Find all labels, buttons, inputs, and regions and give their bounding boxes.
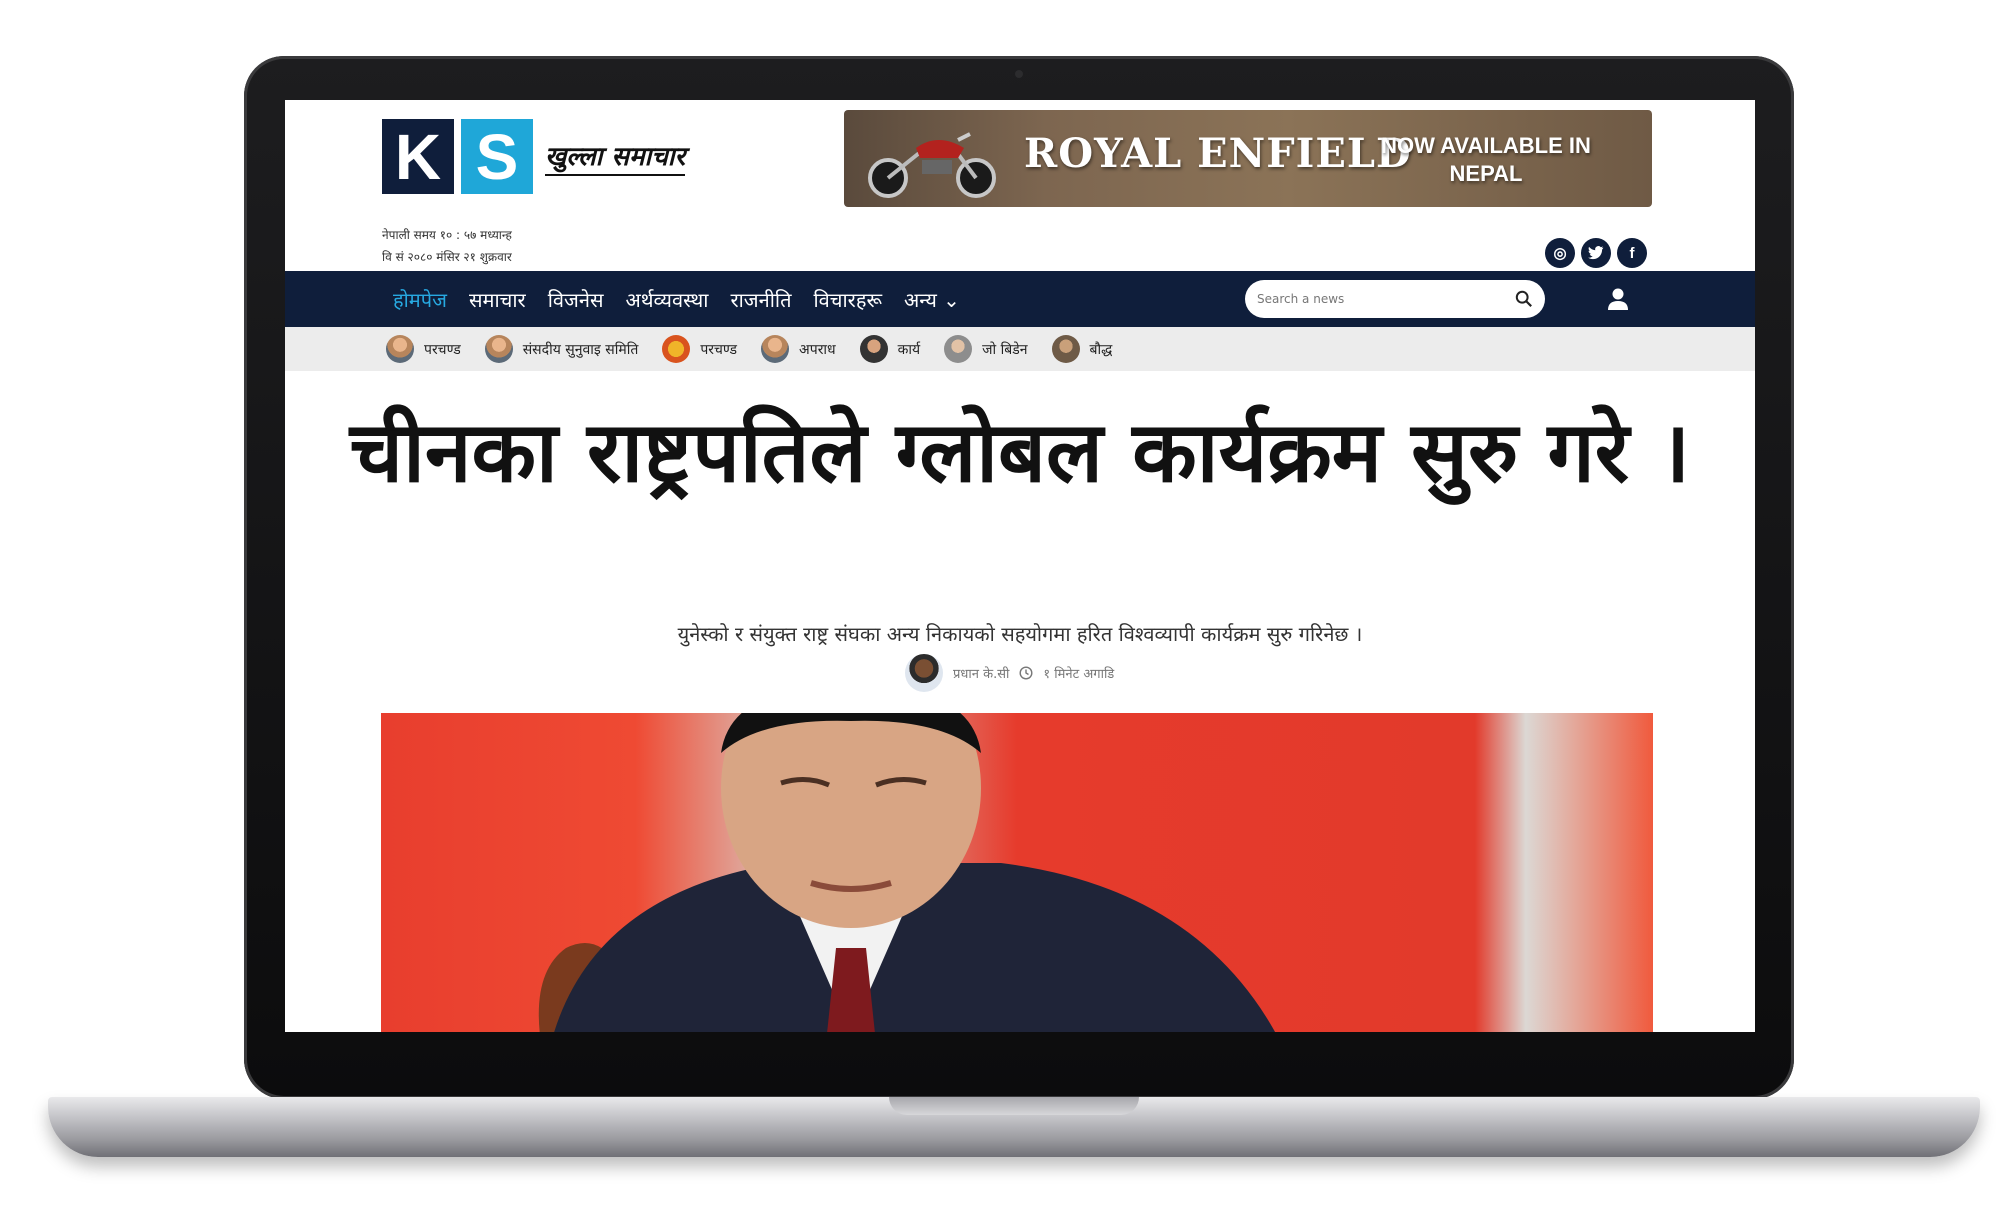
nav-item-home[interactable]: होमपेज: [393, 286, 447, 313]
tag-item[interactable]: जो बिडेन: [944, 335, 1028, 363]
hero-photo-illustration: [538, 713, 1275, 1032]
tag-avatar: [386, 335, 414, 363]
nepali-time: नेपाली समय १० : ५७ मध्यान्ह: [382, 228, 512, 242]
user-icon[interactable]: [1607, 287, 1629, 311]
nav-item-other[interactable]: अन्य ⌄: [904, 286, 960, 313]
tag-item[interactable]: परचण्ड: [662, 335, 737, 363]
tag-avatar: [662, 335, 691, 363]
camera-dot: [1015, 70, 1023, 78]
tag-label: अपराध: [799, 341, 836, 358]
tag-label: संसदीय सुनुवाइ समिति: [522, 341, 639, 358]
nav-item-economy[interactable]: अर्थव्यवस्था: [625, 286, 708, 313]
tag-avatar: [484, 335, 513, 363]
tag-label: परचण्ड: [424, 341, 461, 358]
nepali-date: वि सं २०८० मंसिर २१ शुक्रवार: [382, 250, 512, 264]
tag-item[interactable]: बौद्ध: [1051, 335, 1113, 363]
social-links: ◎ f: [1545, 238, 1647, 268]
logo-site-name: खुल्ला समाचार: [545, 137, 686, 176]
laptop-base: [48, 1097, 1980, 1157]
main-navbar: होमपेज समाचार विजनेस अर्थव्यवस्था राजनीत…: [285, 271, 1755, 327]
logo-letter-k: K: [382, 119, 454, 194]
browser-screen: K S खुल्ला समाचार ROYAL ENFIELD NOW AVAI…: [285, 100, 1755, 1032]
date-time-info: नेपाली समय १० : ५७ मध्यान्ह वि सं २०८० म…: [382, 224, 512, 268]
nav-item-opinion[interactable]: विचारहरू: [814, 286, 883, 313]
tag-list: परचण्ड संसदीय सुनुवाइ समिति परचण्ड अपराध…: [386, 327, 1112, 371]
tag-avatar: [1051, 335, 1080, 363]
trending-tags-bar: परचण्ड संसदीय सुनुवाइ समिति परचण्ड अपराध…: [285, 327, 1755, 371]
nav-menu: होमपेज समाचार विजनेस अर्थव्यवस्था राजनीत…: [393, 271, 960, 327]
tag-item[interactable]: अपराध: [761, 335, 836, 363]
author-name[interactable]: प्रधान के.सी: [953, 664, 1009, 682]
chevron-down-icon: ⌄: [943, 287, 960, 312]
nav-item-business[interactable]: विजनेस: [548, 286, 604, 313]
tag-avatar: [761, 335, 790, 363]
tag-item[interactable]: कार्य: [859, 335, 921, 363]
search-icon[interactable]: [1515, 290, 1533, 308]
search-box: [1245, 280, 1545, 318]
ad-banner[interactable]: ROYAL ENFIELD NOW AVAILABLE IN NEPAL: [844, 110, 1652, 207]
clock-icon: [1019, 666, 1033, 680]
nav-item-politics[interactable]: राजनीति: [730, 286, 791, 313]
tag-item[interactable]: परचण्ड: [386, 335, 461, 363]
nav-item-other-label: अन्य: [904, 287, 937, 312]
tag-label: कार्य: [897, 341, 921, 358]
tag-avatar: [944, 335, 973, 363]
tag-label: बौद्ध: [1089, 341, 1113, 358]
motorcycle-icon: [868, 132, 996, 198]
article-subtitle: युनेस्को र संयुक्त राष्ट्र संघका अन्य नि…: [677, 622, 1363, 646]
site-logo[interactable]: K S खुल्ला समाचार: [382, 119, 686, 194]
instagram-icon[interactable]: ◎: [1545, 238, 1575, 268]
article-hero-image[interactable]: [381, 713, 1653, 1032]
article-byline: प्रधान के.सी १ मिनेट अगाडि: [905, 654, 1114, 692]
tag-label: जो बिडेन: [982, 341, 1028, 358]
publish-time: १ मिनेट अगाडि: [1043, 667, 1115, 682]
ad-brand-text: ROYAL ENFIELD: [1024, 130, 1412, 177]
tag-item[interactable]: संसदीय सुनुवाइ समिति: [484, 335, 639, 363]
tag-label: परचण्ड: [700, 341, 738, 358]
base-notch: [889, 1097, 1139, 1115]
author-avatar[interactable]: [905, 654, 943, 692]
search-input[interactable]: [1255, 291, 1499, 307]
article-headline: चीनका राष्ट्रपतिले ग्लोबल कार्यक्रम सुरु…: [349, 403, 1691, 501]
ad-tagline: NOW AVAILABLE IN NEPAL: [1381, 133, 1591, 186]
twitter-icon[interactable]: [1581, 238, 1611, 268]
logo-letter-s: S: [461, 119, 533, 194]
nav-item-news[interactable]: समाचार: [469, 286, 526, 313]
tag-avatar: [859, 335, 888, 363]
facebook-icon[interactable]: f: [1617, 238, 1647, 268]
